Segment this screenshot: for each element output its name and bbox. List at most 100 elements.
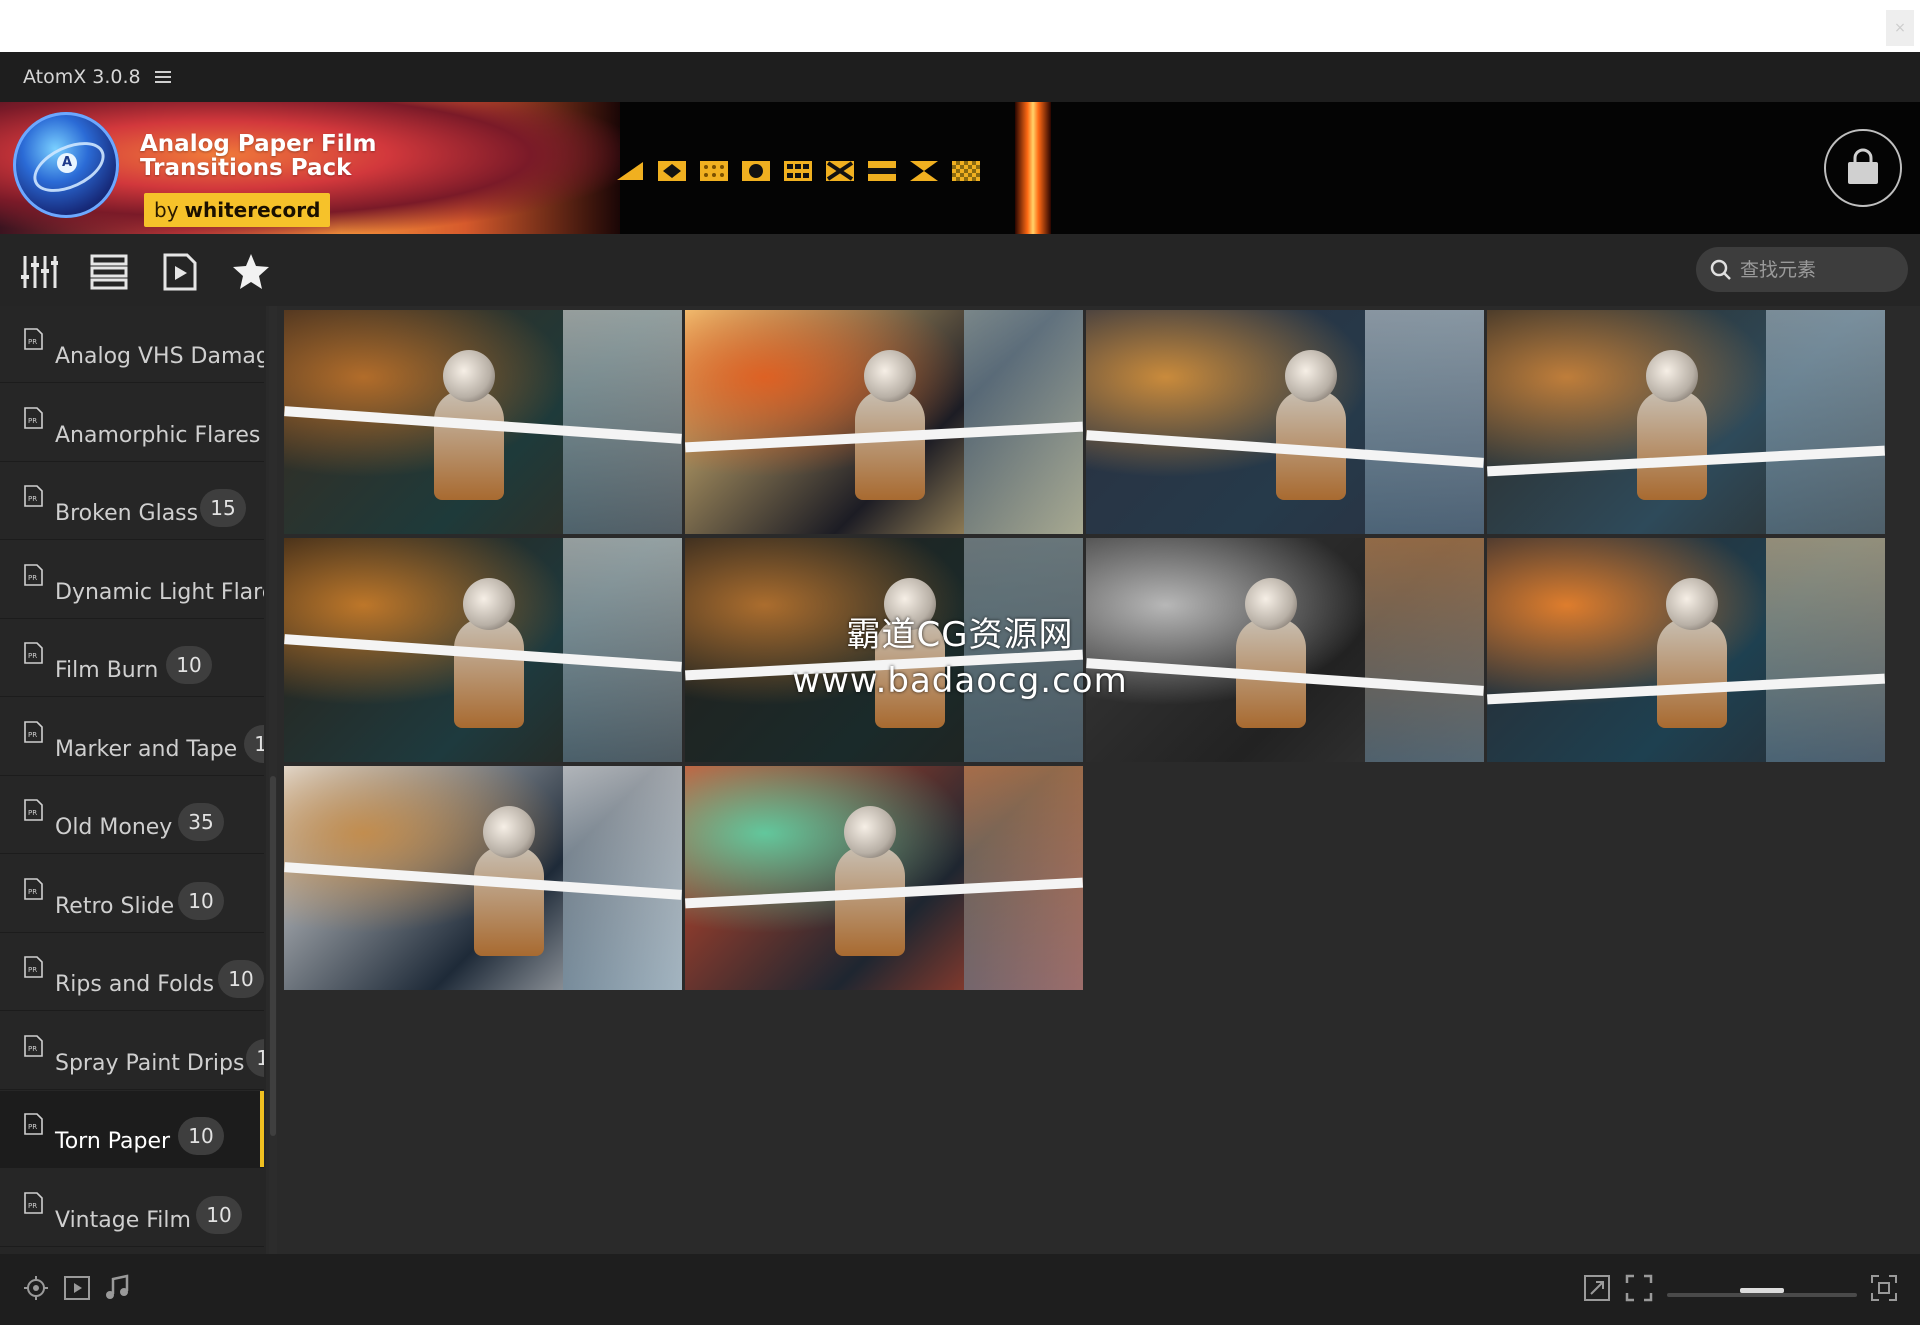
play-icon[interactable] (63, 1274, 91, 1302)
svg-text:PR: PR (28, 966, 37, 974)
list-icon[interactable] (89, 252, 129, 292)
sidebar-scrollbar[interactable] (269, 306, 277, 1254)
expand-icon[interactable] (1583, 1274, 1611, 1302)
fullscreen-icon[interactable] (1625, 1274, 1653, 1302)
premiere-file-icon: PR (24, 1034, 43, 1057)
count-badge: 15 (200, 489, 246, 527)
premiere-file-icon: PR (24, 642, 43, 664)
premiere-file-icon: PR (24, 720, 43, 743)
sidebar-item[interactable]: PR Spray Paint Drips10 (0, 1013, 264, 1090)
premiere-file-icon: PR (24, 563, 43, 586)
zoom-slider[interactable] (1667, 1288, 1857, 1297)
svg-text:PR: PR (28, 574, 37, 582)
count-badge: 15 (244, 724, 264, 763)
svg-text:PR: PR (28, 652, 37, 660)
app-title: AtomX 3.0.8 (23, 66, 141, 88)
premiere-file-icon: PR (24, 406, 43, 429)
sidebar-item[interactable]: PR Dynamic Light Flares (0, 542, 264, 619)
transition-shapes (615, 160, 981, 182)
zoom-slider-handle[interactable] (1740, 1288, 1784, 1293)
premiere-file-icon: PR (24, 485, 43, 507)
scene-icon[interactable] (22, 1274, 50, 1302)
sidebar-item[interactable]: PR Retro Slide 10 (0, 856, 264, 933)
svg-text:PR: PR (28, 809, 37, 817)
by-label: by (154, 198, 179, 222)
svg-text:PR: PR (28, 1202, 37, 1210)
preview-thumbnail[interactable] (685, 310, 1083, 534)
svg-text:PR: PR (28, 1045, 37, 1053)
preview-thumbnail[interactable] (284, 310, 682, 534)
svg-text:PR: PR (28, 495, 37, 503)
sidebar-item-label: Marker and Tape (55, 736, 238, 762)
preview-thumbnail[interactable] (1487, 310, 1885, 534)
preview-thumbnail[interactable] (685, 766, 1083, 990)
diamond-icon (657, 160, 687, 182)
sidebar-item-label: Vintage Film (55, 1207, 191, 1233)
shop-bag-button[interactable] (1824, 129, 1902, 207)
premiere-file-icon: PR (24, 877, 43, 900)
product-title: Analog Paper Film Transitions Pack (140, 131, 377, 181)
bar-icon (867, 160, 897, 182)
sidebar-item[interactable]: PR Torn Paper 10 (0, 1091, 264, 1168)
product-banner[interactable]: A Analog Paper Film Transitions Pack by w… (0, 102, 1920, 234)
sidebar-item-label: Rips and Folds (55, 972, 215, 997)
preview-grid (284, 310, 1894, 1250)
bottom-bar (0, 1254, 1920, 1325)
circle-icon (741, 160, 771, 182)
play-file-icon[interactable] (160, 252, 200, 292)
count-badge: 10 (178, 1117, 224, 1155)
svg-text:PR: PR (28, 417, 37, 425)
count-badge: 10 (246, 1038, 264, 1077)
count-badge: 10 (218, 960, 264, 998)
search-box[interactable] (1696, 247, 1908, 292)
main-toolbar (0, 234, 1920, 306)
sidebar-item[interactable]: PR Broken Glass 15 (0, 463, 264, 540)
dots-icon (699, 160, 729, 182)
hamburger-menu-icon[interactable] (154, 69, 171, 85)
title-bar: AtomX 3.0.8 (0, 52, 1920, 102)
sidebar-item-label: Torn Paper (55, 1129, 171, 1154)
author-badge: by whiterecord (144, 193, 331, 227)
sidebar-item-label: Film Burn (55, 658, 159, 683)
sidebar-item[interactable]: PR Vintage Film 10 (0, 1170, 264, 1247)
count-badge: 10 (166, 646, 212, 684)
triangle-icon (615, 160, 645, 182)
fit-icon[interactable] (1870, 1274, 1898, 1302)
preview-thumbnail[interactable] (284, 538, 682, 762)
sidebar-item[interactable]: PR Analog VHS Damage (0, 306, 264, 383)
premiere-file-icon: PR (24, 956, 43, 978)
count-badge: 10 (196, 1195, 242, 1234)
svg-text:PR: PR (28, 888, 37, 896)
watermark-text: 霸道CG资源网 www.badaocg.com (760, 612, 1160, 704)
preview-thumbnail[interactable] (284, 766, 682, 990)
watermark-line-1: 霸道CG资源网 (846, 615, 1074, 655)
bowtie-icon (909, 160, 939, 182)
sidebar-item[interactable]: PR Old Money 35 (0, 777, 264, 854)
checker-icon (951, 160, 981, 182)
window-close-button[interactable]: × (1886, 10, 1914, 46)
sidebar-item[interactable]: PR Anamorphic Flares (0, 385, 264, 462)
sidebar-item[interactable]: PR Rips and Folds 10 (0, 934, 264, 1011)
sidebar-item-label: Retro Slide (55, 893, 175, 919)
preview-thumbnail[interactable] (1487, 538, 1885, 762)
sidebar-item[interactable]: PR Film Burn 10 (0, 620, 264, 697)
preview-thumbnail[interactable] (1086, 310, 1484, 534)
svg-text:PR: PR (28, 731, 37, 739)
shopping-bag-icon (1848, 148, 1878, 184)
svg-text:PR: PR (28, 1123, 37, 1131)
count-badge: 35 (178, 803, 224, 841)
sidebar-item-label: Broken Glass (55, 501, 199, 526)
premiere-file-icon: PR (24, 1191, 43, 1214)
watermark-line-2: www.badaocg.com (792, 661, 1128, 701)
sidebar-item-label: Dynamic Light Flares (55, 579, 264, 605)
star-icon[interactable] (231, 252, 271, 292)
search-input[interactable] (1738, 257, 1902, 282)
x-icon (825, 160, 855, 182)
sliders-icon[interactable] (19, 252, 59, 292)
sidebar-item[interactable]: PR Marker and Tape15 (0, 699, 264, 776)
sidebar-item-label: Analog VHS Damage (55, 344, 264, 369)
music-icon[interactable] (103, 1274, 131, 1302)
grid-icon (783, 160, 813, 182)
premiere-file-icon: PR (24, 799, 43, 821)
premiere-file-icon: PR (24, 1113, 43, 1135)
